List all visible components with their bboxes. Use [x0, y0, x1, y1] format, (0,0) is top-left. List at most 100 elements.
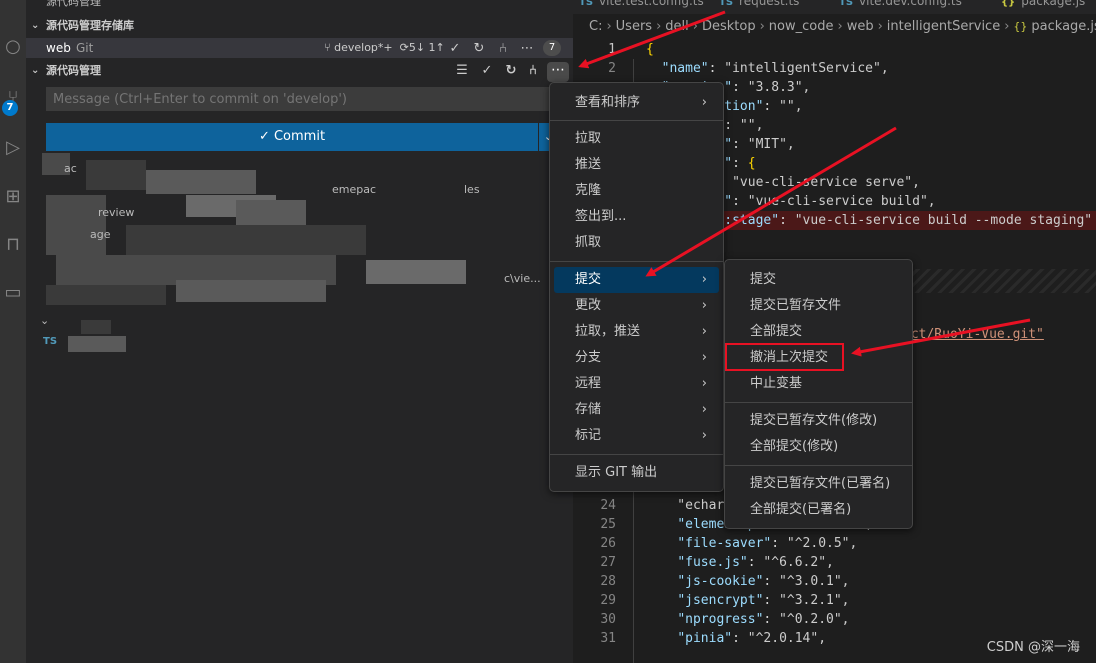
menu-item[interactable]: 克隆 [554, 178, 719, 204]
change-item[interactable]: ac [64, 162, 77, 175]
menu-item[interactable]: 抓取 [554, 230, 719, 256]
code-line[interactable]: 1{ [573, 40, 1096, 59]
submenu-item[interactable]: 提交已暂存文件(已署名) [729, 471, 908, 497]
tab-package-json[interactable]: {} package.js [1001, 0, 1085, 14]
code-text: ect/RuoYi-Vue.git" [903, 327, 1044, 342]
tab-vite-dev-config[interactable]: TS vite.dev.config.ts [839, 0, 962, 14]
menu-separator [550, 120, 723, 121]
code-text: "fuse.js": "^6.6.2", [677, 555, 834, 570]
menu-item[interactable]: 推送 [554, 152, 719, 178]
menu-item[interactable]: 更改 › [554, 293, 719, 319]
refresh-icon[interactable]: ↻ [502, 60, 520, 82]
code-line[interactable]: 30 "nprogress": "^0.2.0", [573, 610, 1096, 629]
typescript-file-icon: TS [43, 336, 58, 347]
breadcrumb-item[interactable]: web [847, 19, 874, 34]
menu-separator [550, 454, 723, 455]
tab-request[interactable]: TS request.ts [719, 0, 799, 14]
submenu-item[interactable]: 提交已暂存文件(修改) [729, 408, 908, 434]
submenu-item[interactable]: 全部提交(已署名) [729, 497, 908, 523]
code-line[interactable]: 26 "file-saver": "^2.0.5", [573, 534, 1096, 553]
source-control-panel: 源代码管理 ⌄ 源代码管理存储库 web Git ⑂ develop*+ ⟳5↓… [26, 0, 573, 663]
menu-item[interactable]: 提交 › [554, 267, 719, 293]
menu-item[interactable]: 拉取 [554, 126, 719, 152]
watermark: CSDN @深一海 [986, 640, 1080, 655]
bookmark-icon[interactable]: ⊓ [0, 232, 26, 258]
typescript-file-icon: TS [579, 0, 594, 8]
submenu-item[interactable]: 中止变基 [729, 371, 908, 397]
breadcrumb-item[interactable]: C: [589, 19, 602, 34]
obscured-area [46, 195, 106, 255]
change-item[interactable]: age [90, 228, 111, 241]
breadcrumb-item[interactable]: dell [665, 19, 688, 34]
menu-item[interactable]: 标记 › [554, 423, 719, 449]
menu-item[interactable]: 分支 › [554, 345, 719, 371]
commit-check-icon[interactable]: ✓ [446, 38, 464, 60]
view-as-tree-icon[interactable]: ☰ [453, 60, 471, 82]
graph-icon[interactable]: ⑃ [524, 60, 542, 82]
graph-icon[interactable]: ⑃ [494, 38, 512, 60]
chevron-right-icon: › [701, 324, 707, 339]
menu-item[interactable]: 签出到... [554, 204, 719, 230]
submenu-item[interactable]: 全部提交(修改) [729, 434, 908, 460]
obscured-area [46, 285, 166, 305]
submenu-item[interactable]: 提交 [729, 267, 908, 293]
chevron-right-icon: › [701, 350, 707, 365]
branch-status[interactable]: ⑂ develop*+ ⟳5↓ 1↑ [324, 38, 445, 58]
editor-tabs: TS vite.test.config.ts TS request.ts TS vit… [573, 0, 1096, 14]
search-icon[interactable]: ○ [0, 34, 26, 60]
refresh-icon[interactable]: ↻ [470, 38, 488, 60]
obscured-area [81, 320, 111, 334]
repositories-header[interactable]: ⌄ 源代码管理存储库 [26, 15, 573, 37]
menu-item[interactable]: 拉取，推送 › [554, 319, 719, 345]
line-number: 25 [600, 517, 616, 532]
code-line[interactable]: 29 "jsencrypt": "^3.2.1", [573, 591, 1096, 610]
commit-message-input[interactable] [46, 87, 558, 111]
repo-name: web [46, 41, 71, 55]
breadcrumb-item[interactable]: package.json [1031, 19, 1096, 34]
code-line[interactable]: 2 "name": "intelligentService", [573, 59, 1096, 78]
menu-item[interactable]: 查看和排序 › [554, 90, 719, 116]
menu-item[interactable]: 存储 › [554, 397, 719, 423]
breadcrumb-item[interactable]: Desktop [702, 19, 756, 34]
chevron-down-icon: ⌄ [31, 65, 40, 76]
tab-vite-test-config[interactable]: TS vite.test.config.ts [579, 0, 704, 14]
submenu-item[interactable]: 提交已暂存文件 [729, 293, 908, 319]
submenu-item[interactable]: 全部提交 [729, 319, 908, 345]
source-control-badge: 7 [2, 100, 18, 116]
chevron-down-icon[interactable]: ⌄ [40, 314, 49, 327]
json-file-icon: {} [1013, 20, 1028, 33]
extensions-icon[interactable]: ⊞ [0, 184, 26, 210]
code-text: "jsencrypt": "^3.2.1", [677, 593, 850, 608]
line-number: 26 [600, 536, 616, 551]
code-text: "name": "intelligentService", [661, 61, 889, 76]
code-text: "pinia": "^2.0.14", [677, 631, 827, 646]
menu-item[interactable]: 显示 GIT 输出 [554, 460, 719, 486]
breadcrumb-item[interactable]: now_code [769, 19, 834, 34]
chevron-right-icon: › [701, 402, 707, 417]
panel-title: 源代码管理 [46, 0, 101, 8]
obscured-area [126, 225, 366, 255]
code-text: "file-saver": "^2.0.5", [677, 536, 858, 551]
breadcrumb: C: › Users › dell › Desktop › now_code › web › intel… [573, 14, 1096, 40]
more-actions-button[interactable]: ⋯ [547, 62, 569, 82]
code-line[interactable]: 28 "js-cookie": "^3.0.1", [573, 572, 1096, 591]
code-line[interactable]: 27 "fuse.js": "^6.6.2", [573, 553, 1096, 572]
menu-item[interactable]: 远程 › [554, 371, 719, 397]
line-number: 31 [600, 631, 616, 646]
commit-check-icon[interactable]: ✓ [478, 60, 496, 82]
commit-button[interactable]: ✓ Commit [46, 123, 538, 151]
change-item[interactable]: review [98, 206, 134, 219]
change-item[interactable]: emepac [332, 183, 376, 196]
repository-row[interactable]: web Git ⑂ develop*+ ⟳5↓ 1↑ ✓ ↻ ⑃ ⋯ 7 [26, 38, 573, 58]
more-icon[interactable]: ⋯ [518, 38, 536, 60]
line-number: 27 [600, 555, 616, 570]
change-item[interactable]: les [464, 183, 480, 196]
folder-icon[interactable]: ▭ [0, 280, 26, 306]
run-debug-icon[interactable]: ▷ [0, 135, 26, 161]
changes-header[interactable]: ⌄ 源代码管理 ☰ ✓ ↻ ⑃ [26, 60, 573, 82]
json-file-icon: {} [1001, 0, 1016, 8]
chevron-right-icon: › [701, 298, 707, 313]
change-item[interactable]: c\vie... [504, 272, 541, 285]
breadcrumb-item[interactable]: intelligentService [887, 19, 1000, 34]
breadcrumb-item[interactable]: Users [616, 19, 652, 34]
